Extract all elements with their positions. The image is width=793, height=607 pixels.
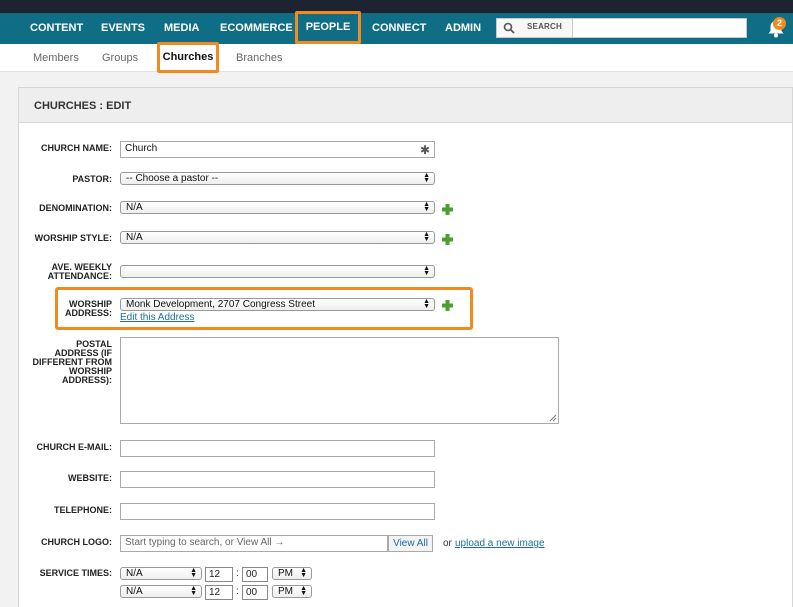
service-hour-input-2[interactable]: 12 bbox=[205, 585, 233, 600]
service-day-value: N/A bbox=[126, 586, 143, 597]
worship-address-label-line2: ADDRESS: bbox=[64, 308, 112, 318]
view-all-button[interactable]: View All bbox=[388, 535, 433, 552]
worship-address-select[interactable]: Monk Development, 2707 Congress Street ▲… bbox=[120, 298, 435, 311]
time-separator: : bbox=[236, 568, 239, 579]
subnav-groups[interactable]: Groups bbox=[102, 44, 138, 72]
nav-connect[interactable]: CONNECT bbox=[372, 13, 426, 44]
pastor-label: PASTOR: bbox=[72, 174, 112, 184]
select-arrows-icon: ▲ ▼ bbox=[423, 201, 430, 213]
service-ampm-value: PM bbox=[278, 568, 293, 579]
select-arrows-icon: ▲ ▼ bbox=[423, 265, 430, 277]
denomination-label: DENOMINATION: bbox=[39, 203, 112, 213]
service-hour-input-1[interactable]: 12 bbox=[205, 567, 233, 582]
select-arrows-icon: ▲ ▼ bbox=[190, 585, 197, 597]
nav-ecommerce[interactable]: ECOMMERCE bbox=[220, 13, 293, 44]
sub-nav: Members Groups Churches Branches bbox=[0, 42, 793, 73]
email-label: CHURCH E-MAIL: bbox=[36, 442, 113, 452]
select-arrows-icon: ▲ ▼ bbox=[423, 172, 430, 184]
nav-content[interactable]: CONTENT bbox=[30, 13, 83, 44]
service-times-label: SERVICE TIMES: bbox=[39, 568, 112, 578]
pastor-select[interactable]: -- Choose a pastor -- ▲ ▼ bbox=[120, 172, 435, 185]
service-ampm-select-1[interactable]: PM ▲ ▼ bbox=[272, 567, 312, 580]
worship-address-label: WORSHIP ADDRESS: bbox=[20, 300, 112, 318]
logo-search-input[interactable]: Start typing to search, or View All → bbox=[120, 535, 388, 552]
service-minute-input-1[interactable]: 00 bbox=[242, 567, 268, 582]
select-arrows-icon: ▲ ▼ bbox=[423, 298, 430, 310]
asterisk-icon: ✱ bbox=[419, 143, 430, 157]
select-arrows-icon: ▲ ▼ bbox=[190, 567, 197, 579]
website-label: WEBSITE: bbox=[68, 473, 112, 483]
upload-image-link[interactable]: upload a new image bbox=[455, 538, 545, 549]
nav-media[interactable]: MEDIA bbox=[164, 13, 199, 44]
search-box[interactable]: SEARCH bbox=[496, 18, 747, 38]
church-name-value: Church bbox=[125, 143, 158, 154]
search-label: SEARCH bbox=[527, 22, 562, 31]
postal-address-label: POSTAL ADDRESS (IF DIFFERENT FROM WORSHI… bbox=[20, 340, 113, 385]
add-worship-style-icon[interactable] bbox=[442, 234, 453, 245]
add-denomination-icon[interactable] bbox=[442, 204, 453, 215]
service-ampm-select-2[interactable]: PM ▲ ▼ bbox=[272, 585, 312, 598]
church-name-field[interactable]: Church ✱ bbox=[120, 141, 435, 158]
service-day-select-1[interactable]: N/A ▲ ▼ bbox=[120, 567, 202, 580]
subnav-branches[interactable]: Branches bbox=[236, 44, 282, 72]
subnav-members[interactable]: Members bbox=[33, 44, 79, 72]
logo-search-placeholder: Start typing to search, or View All → bbox=[125, 537, 285, 548]
edit-address-link[interactable]: Edit this Address bbox=[120, 312, 194, 323]
service-minute-input-2[interactable]: 00 bbox=[242, 585, 268, 600]
worship-style-label: WORSHIP STYLE: bbox=[34, 233, 112, 243]
nav-events[interactable]: EVENTS bbox=[101, 13, 145, 44]
top-strip bbox=[0, 0, 793, 13]
church-name-label: CHURCH NAME: bbox=[41, 143, 112, 153]
search-button[interactable]: SEARCH bbox=[497, 19, 573, 37]
denomination-select-value: N/A bbox=[126, 202, 143, 213]
resize-handle-icon[interactable] bbox=[549, 414, 557, 422]
logo-label: CHURCH LOGO: bbox=[41, 537, 112, 547]
service-day-select-2[interactable]: N/A ▲ ▼ bbox=[120, 585, 202, 598]
attendance-label: AVE. WEEKLY ATTENDANCE: bbox=[20, 263, 112, 281]
denomination-select[interactable]: N/A ▲ ▼ bbox=[120, 201, 435, 214]
email-field[interactable] bbox=[120, 440, 435, 457]
panel-header: CHURCHES : EDIT bbox=[19, 88, 792, 123]
nav-admin[interactable]: ADMIN bbox=[445, 13, 481, 44]
time-separator: : bbox=[236, 586, 239, 597]
worship-address-select-value: Monk Development, 2707 Congress Street bbox=[126, 299, 315, 310]
worship-style-select-value: N/A bbox=[126, 232, 143, 243]
panel-title: CHURCHES : EDIT bbox=[34, 100, 132, 112]
service-day-value: N/A bbox=[126, 568, 143, 579]
nav-people[interactable]: PEOPLE bbox=[295, 11, 361, 44]
telephone-field[interactable] bbox=[120, 503, 435, 520]
notification-badge: 2 bbox=[773, 17, 786, 30]
worship-style-select[interactable]: N/A ▲ ▼ bbox=[120, 231, 435, 244]
attendance-select[interactable]: ▲ ▼ bbox=[120, 265, 435, 278]
pastor-select-value: -- Choose a pastor -- bbox=[126, 173, 219, 184]
search-icon bbox=[503, 22, 515, 34]
attendance-label-line2: ATTENDANCE: bbox=[47, 271, 112, 281]
logo-or-text: or bbox=[443, 538, 452, 549]
postal-address-label-line5: ADDRESS): bbox=[61, 375, 112, 385]
main-nav: CONTENT EVENTS MEDIA ECOMMERCE PEOPLE CO… bbox=[0, 11, 793, 44]
service-ampm-value: PM bbox=[278, 586, 293, 597]
telephone-label: TELEPHONE: bbox=[53, 505, 112, 515]
select-arrows-icon: ▲ ▼ bbox=[423, 231, 430, 243]
add-worship-address-icon[interactable] bbox=[442, 300, 453, 311]
subnav-churches[interactable]: Churches bbox=[157, 42, 219, 73]
select-arrows-icon: ▲ ▼ bbox=[300, 585, 307, 597]
select-arrows-icon: ▲ ▼ bbox=[300, 567, 307, 579]
postal-address-textarea[interactable] bbox=[120, 337, 559, 424]
website-field[interactable] bbox=[120, 471, 435, 488]
